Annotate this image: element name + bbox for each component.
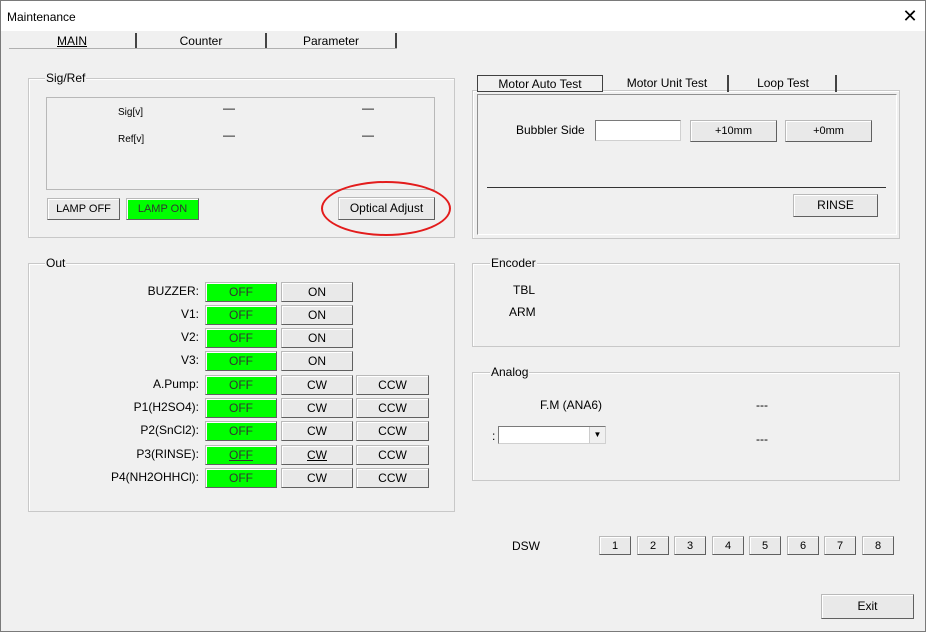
out-row-label: P1(H2SO4): xyxy=(133,400,199,414)
analog-colon: : xyxy=(492,429,496,443)
dsw-button-6[interactable]: 6 xyxy=(787,536,819,555)
p1-off-button[interactable]: OFF xyxy=(205,398,277,418)
maintenance-window: Maintenance ✕ MAIN Counter Parameter Sig… xyxy=(0,0,926,632)
tab-motor-unit-test[interactable]: Motor Unit Test xyxy=(607,75,729,92)
title-bar: Maintenance ✕ xyxy=(1,1,925,31)
chevron-down-icon[interactable]: ▼ xyxy=(589,427,605,443)
sig-value-2: — xyxy=(362,101,374,115)
plus-0mm-button[interactable]: +0mm xyxy=(785,120,872,142)
v2-off-button[interactable]: OFF xyxy=(205,328,277,348)
p1-cw-button[interactable]: CW xyxy=(281,398,353,418)
ref-label: Ref[v] xyxy=(118,134,145,145)
buzzer-on-button[interactable]: ON xyxy=(281,282,353,302)
dsw-button-3[interactable]: 3 xyxy=(674,536,706,555)
bubbler-side-input[interactable] xyxy=(595,120,681,141)
p2-off-button[interactable]: OFF xyxy=(205,421,277,441)
apump-off-button[interactable]: OFF xyxy=(205,375,277,395)
analog-select-result: --- xyxy=(756,432,768,446)
analog-group-label: Analog xyxy=(490,365,530,379)
tab-counter[interactable]: Counter xyxy=(137,33,267,49)
p3-off-button[interactable]: OFF xyxy=(205,445,277,465)
out-group-label: Out xyxy=(45,256,67,270)
tab-parameter[interactable]: Parameter xyxy=(267,33,397,49)
encoder-group-label: Encoder xyxy=(490,256,537,270)
p4-ccw-button[interactable]: CCW xyxy=(356,468,429,488)
out-row-label: V2: xyxy=(180,330,199,344)
out-row-label: A.Pump: xyxy=(152,377,199,391)
fm-ana6-label: F.M (ANA6) xyxy=(540,398,603,412)
p3-cw-button[interactable]: CW xyxy=(281,445,353,465)
dsw-label: DSW xyxy=(512,539,540,553)
window-title: Maintenance xyxy=(7,10,76,24)
tab-motor-unit-label: Motor Unit Test xyxy=(626,76,708,90)
sigref-group-label: Sig/Ref xyxy=(45,71,87,85)
ref-value-1: — xyxy=(223,128,235,142)
tab-main-label: MAIN xyxy=(57,34,87,48)
out-row-label: V3: xyxy=(180,353,199,367)
rinse-button[interactable]: RINSE xyxy=(793,194,878,217)
sig-label: Sig[v] xyxy=(118,107,144,118)
tabs-baseline xyxy=(9,48,397,49)
tab-motor-auto-test[interactable]: Motor Auto Test xyxy=(477,75,603,92)
plus-10mm-button[interactable]: +10mm xyxy=(690,120,777,142)
encoder-arm-label: ARM xyxy=(509,305,536,319)
tab-counter-label: Counter xyxy=(179,34,223,48)
fm-ana6-value: --- xyxy=(756,398,768,412)
tab-main[interactable]: MAIN xyxy=(9,33,137,49)
lamp-on-button[interactable]: LAMP ON xyxy=(126,198,199,220)
tab-loop-label: Loop Test xyxy=(757,76,809,90)
dsw-button-7[interactable]: 7 xyxy=(824,536,856,555)
dsw-button-1[interactable]: 1 xyxy=(599,536,631,555)
v1-off-button[interactable]: OFF xyxy=(205,305,277,325)
out-row-label: P2(SnCl2): xyxy=(140,423,199,437)
p3-ccw-button[interactable]: CCW xyxy=(356,445,429,465)
apump-cw-button[interactable]: CW xyxy=(281,375,353,395)
p1-ccw-button[interactable]: CCW xyxy=(356,398,429,418)
apump-ccw-button[interactable]: CCW xyxy=(356,375,429,395)
dsw-button-5[interactable]: 5 xyxy=(749,536,781,555)
v1-on-button[interactable]: ON xyxy=(281,305,353,325)
p2-cw-button[interactable]: CW xyxy=(281,421,353,441)
v2-on-button[interactable]: ON xyxy=(281,328,353,348)
p4-off-button[interactable]: OFF xyxy=(205,468,277,488)
v3-off-button[interactable]: OFF xyxy=(205,351,277,371)
out-row-label: P4(NH2OHHCl): xyxy=(110,470,199,484)
tab-motor-auto-label: Motor Auto Test xyxy=(498,77,582,91)
p4-cw-button[interactable]: CW xyxy=(281,468,353,488)
bubbler-side-label: Bubbler Side xyxy=(516,123,585,137)
tab-loop-test[interactable]: Loop Test xyxy=(731,75,837,92)
buzzer-off-button[interactable]: OFF xyxy=(205,282,277,302)
dsw-button-8[interactable]: 8 xyxy=(862,536,894,555)
lamp-off-button[interactable]: LAMP OFF xyxy=(47,198,120,220)
sig-value-1: — xyxy=(223,101,235,115)
out-row-label: BUZZER: xyxy=(147,284,199,298)
encoder-group: Encoder xyxy=(472,256,900,347)
optical-adjust-button[interactable]: Optical Adjust xyxy=(338,197,435,220)
ref-value-2: — xyxy=(362,128,374,142)
tab-parameter-label: Parameter xyxy=(302,34,360,48)
out-row-label: V1: xyxy=(180,307,199,321)
analog-select[interactable]: ▼ xyxy=(498,426,606,444)
v3-on-button[interactable]: ON xyxy=(281,351,353,371)
out-row-label: P3(RINSE): xyxy=(136,447,199,461)
dsw-button-2[interactable]: 2 xyxy=(637,536,669,555)
exit-button[interactable]: Exit xyxy=(821,594,914,619)
sigref-values-panel xyxy=(46,97,435,190)
motor-divider xyxy=(487,187,886,188)
close-icon[interactable]: ✕ xyxy=(895,1,925,31)
p2-ccw-button[interactable]: CCW xyxy=(356,421,429,441)
dsw-button-4[interactable]: 4 xyxy=(712,536,744,555)
encoder-tbl-label: TBL xyxy=(513,283,536,297)
